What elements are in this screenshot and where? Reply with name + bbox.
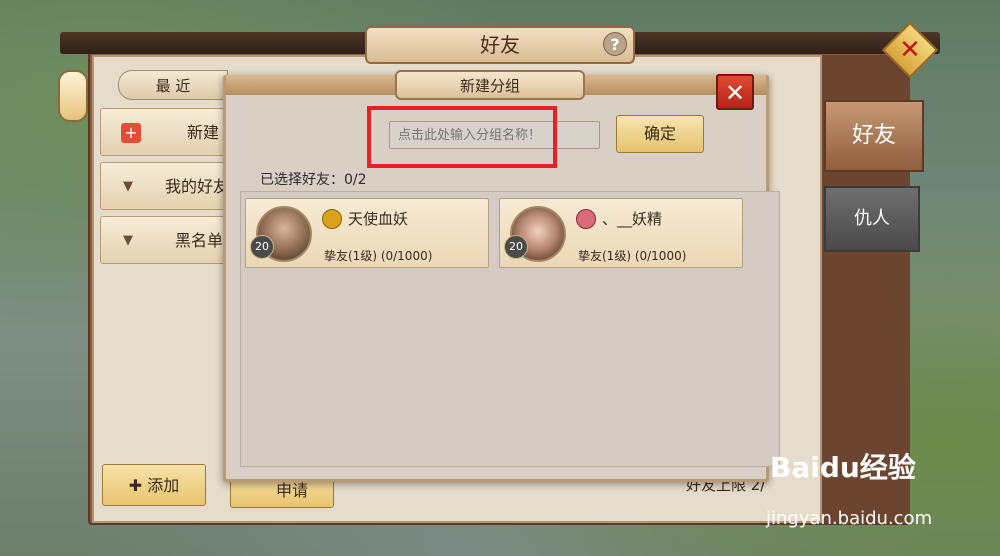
dialog-close-button[interactable]: ✕ [716,74,754,110]
add-button[interactable]: ✚ 添加 [102,464,206,506]
baidu-watermark: Baidu经验 [770,451,916,484]
friend-relation: 挚友(1级) (0/1000) [324,249,433,263]
panel-title: 好友 [365,26,635,64]
level-badge: 20 [504,235,528,259]
friend-relation: 挚友(1级) (0/1000) [578,249,687,263]
plus-circle-icon: ✚ [128,476,143,495]
help-icon[interactable]: ? [603,32,627,56]
tab-friends[interactable]: 好友 [824,100,924,172]
chevron-down-icon: ▼ [123,233,133,248]
add-button-label: 添加 [147,476,180,495]
friend-name: 、__妖精 [602,210,663,228]
chevron-down-icon: ▼ [123,179,133,194]
row-label: 我的好友 [165,177,230,196]
friend-card[interactable]: 20 、__妖精 挚友(1级) (0/1000) [499,198,743,268]
friend-name: 天使血妖 [348,210,409,228]
lantern-decoration [58,70,88,122]
confirm-button[interactable]: 确定 [616,115,704,153]
close-icon[interactable]: ✕ [890,30,930,70]
tab-enemies[interactable]: 仇人 [824,186,920,252]
row-label: 黑名单 [175,231,224,250]
level-badge: 20 [250,235,274,259]
class-icon [576,209,596,229]
my-friends-row[interactable]: ▼ 我的好友 [100,162,230,210]
highlight-box [367,106,557,168]
friend-card[interactable]: 20 天使血妖 挚友(1级) (0/1000) [245,198,489,268]
blacklist-row[interactable]: ▼ 黑名单 [100,216,230,264]
baidu-url: jingyan.baidu.com [766,508,933,529]
new-group-row[interactable]: + 新建 [100,108,230,156]
tab-recent[interactable]: 最 近 [118,70,228,100]
selected-count: 已选择好友：0/2 [260,172,367,188]
row-label: 新建 [187,123,220,142]
class-icon [322,209,342,229]
dialog-title: 新建分组 [395,70,585,100]
plus-icon: + [121,123,141,143]
